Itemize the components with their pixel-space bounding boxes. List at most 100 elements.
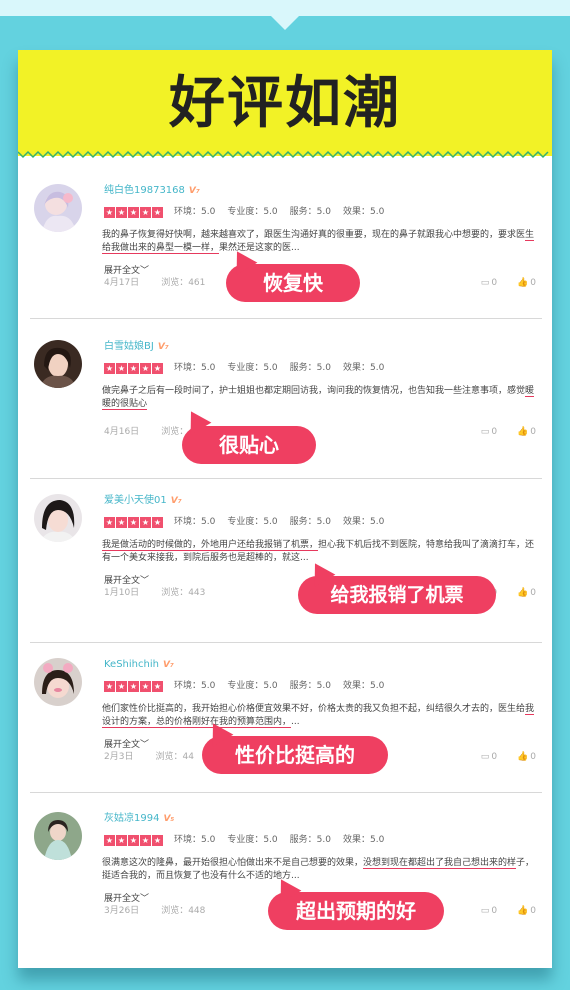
rating-stars: ★ ★ ★ ★ ★: [104, 835, 163, 846]
divider: [30, 478, 542, 479]
score-service: 服务：5.0: [289, 517, 331, 527]
star-icon: ★: [128, 207, 139, 218]
top-banner-strip: [0, 0, 570, 16]
review-date: 3月26日: [104, 906, 140, 916]
comment-icon: ▭: [480, 427, 490, 437]
username[interactable]: 白雪姑娘BJ V₇: [104, 340, 169, 354]
highlight-tag-3: 给我报销了机票: [298, 576, 496, 614]
divider: [30, 318, 542, 319]
score-professional: 专业度：5.0: [227, 517, 278, 527]
header-banner: 好评如潮: [18, 50, 552, 156]
review-text: 他们家性价比挺高的，我开始担心价格便宜效果不好，价格太贵的我又负担不起，纠结很久…: [102, 704, 535, 728]
like-button[interactable]: 👍 0: [517, 905, 536, 917]
chevron-down-icon: ﹀: [140, 266, 150, 276]
score-effect: 效果：5.0: [342, 363, 385, 373]
expand-button[interactable]: 展开全文﹀: [104, 739, 149, 751]
review-stats: ▭0 👍0: [481, 905, 536, 917]
vip-badge: V₅: [163, 814, 175, 824]
thumbs-up-icon: 👍: [517, 427, 529, 437]
review-date: 2月3日: [104, 752, 134, 762]
score-environment: 环境：5.0: [174, 207, 216, 217]
score-service: 服务：5.0: [289, 681, 331, 691]
star-icon: ★: [140, 681, 151, 692]
score-professional: 专业度：5.0: [227, 363, 278, 373]
review-date: 4月17日: [104, 278, 140, 288]
star-icon: ★: [140, 363, 151, 374]
review-date: 1月10日: [104, 588, 140, 598]
like-button[interactable]: 👍 0: [517, 751, 536, 763]
rating-stars: ★ ★ ★ ★ ★: [104, 207, 163, 218]
username[interactable]: 纯白色19873168 V₇: [104, 184, 200, 198]
avatar[interactable]: [34, 812, 82, 860]
chevron-down-icon: ﹀: [140, 740, 150, 750]
review-meta: 1月10日 浏览：443: [104, 588, 206, 598]
avatar[interactable]: [34, 658, 82, 706]
review-stats: ▭0 👍0: [481, 277, 536, 289]
star-icon: ★: [116, 363, 127, 374]
review-meta: 3月26日 浏览：448: [104, 906, 206, 916]
star-icon: ★: [152, 363, 163, 374]
star-icon: ★: [152, 207, 163, 218]
comment-icon: ▭: [480, 278, 490, 288]
view-count: ：448: [179, 906, 206, 916]
star-icon: ★: [116, 517, 127, 528]
top-notch-arrow: [271, 16, 299, 30]
highlight-tag-5: 超出预期的好: [268, 892, 444, 930]
vip-badge: V₇: [162, 660, 174, 670]
score-environment: 环境：5.0: [174, 363, 216, 373]
review-text: 我的鼻子恢复得好快啊，越来越喜欢了，跟医生沟通好真的很重要，现在的鼻子就跟我心中…: [102, 230, 535, 254]
highlight-tag-2: 很贴心: [182, 426, 316, 464]
thumbs-up-icon: 👍: [517, 588, 529, 598]
avatar[interactable]: [34, 494, 82, 542]
chevron-down-icon: ﹀: [140, 894, 150, 904]
like-button[interactable]: 👍 0: [517, 426, 536, 438]
comment-button[interactable]: ▭0: [481, 905, 497, 917]
thumbs-up-icon: 👍: [517, 752, 529, 762]
reviews-card: 好评如潮 纯白色19873168 V₇ ★ ★ ★ ★ ★ 环境：5.0 专业度：5.0 服务…: [18, 50, 552, 968]
vip-badge: V₇: [188, 186, 200, 196]
score-professional: 专业度：5.0: [227, 207, 278, 217]
expand-button[interactable]: 展开全文﹀: [104, 893, 149, 905]
username[interactable]: 爱美小天使01 V₇: [104, 494, 182, 508]
comment-button[interactable]: ▭0: [481, 426, 497, 438]
chevron-down-icon: ﹀: [140, 576, 150, 586]
expand-button[interactable]: 展开全文﹀: [104, 265, 149, 277]
star-icon: ★: [104, 207, 115, 218]
score-professional: 专业度：5.0: [227, 835, 278, 845]
divider: [30, 642, 542, 643]
vip-badge: V₇: [170, 496, 182, 506]
star-icon: ★: [116, 207, 127, 218]
score-list: 环境：5.0 专业度：5.0 服务：5.0 效果：5.0: [174, 515, 396, 529]
star-icon: ★: [128, 517, 139, 528]
score-list: 环境：5.0 专业度：5.0 服务：5.0 效果：5.0: [174, 361, 396, 375]
star-icon: ★: [104, 835, 115, 846]
vip-badge: V₇: [157, 342, 169, 352]
thumbs-up-icon: 👍: [517, 906, 529, 916]
review-stats: ▭0 👍0: [481, 426, 536, 438]
like-button[interactable]: 👍 0: [517, 277, 536, 289]
avatar[interactable]: [34, 184, 82, 232]
username[interactable]: KeShihchih V₇: [104, 658, 174, 672]
rating-stars: ★ ★ ★ ★ ★: [104, 363, 163, 374]
comment-icon: ▭: [480, 752, 490, 762]
zigzag-border: [18, 150, 549, 159]
star-icon: ★: [104, 681, 115, 692]
like-button[interactable]: 👍 0: [517, 587, 536, 599]
comment-button[interactable]: ▭0: [481, 277, 497, 289]
expand-button[interactable]: 展开全文﹀: [104, 575, 149, 587]
username[interactable]: 灰姑凉1994 V₅: [104, 812, 174, 826]
star-icon: ★: [116, 835, 127, 846]
comment-button[interactable]: ▭0: [481, 751, 497, 763]
score-list: 环境：5.0 专业度：5.0 服务：5.0 效果：5.0: [174, 833, 396, 847]
star-icon: ★: [152, 681, 163, 692]
score-environment: 环境：5.0: [174, 517, 216, 527]
star-icon: ★: [140, 517, 151, 528]
star-icon: ★: [140, 207, 151, 218]
rating-stars: ★ ★ ★ ★ ★: [104, 517, 163, 528]
score-professional: 专业度：5.0: [227, 681, 278, 691]
review-meta: 2月3日 浏览：44: [104, 752, 194, 762]
star-icon: ★: [104, 517, 115, 528]
avatar[interactable]: [34, 340, 82, 388]
star-icon: ★: [128, 835, 139, 846]
view-count: ：461: [179, 278, 206, 288]
